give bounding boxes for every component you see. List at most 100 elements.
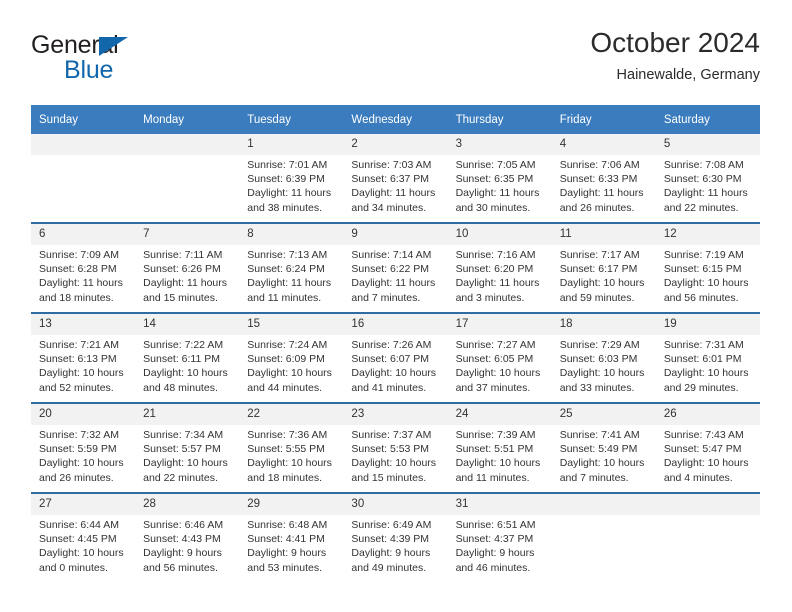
- daylight-text-line2: and 29 minutes.: [663, 381, 739, 394]
- calendar-day-cell[interactable]: 29 Sunrise: 6:48 AM Sunset: 4:41 PM Dayligh…: [239, 492, 344, 582]
- calendar-day-cell[interactable]: 18 Sunrise: 7:29 AM Sunset: 6:03 PM Dayligh…: [551, 312, 656, 403]
- weekday-header-sunday: Sunday: [31, 105, 136, 134]
- day-details: Sunrise: 7:22 AM Sunset: 6:11 PM Daylight:…: [135, 335, 239, 395]
- calendar-day-cell[interactable]: 8 Sunrise: 7:13 AM Sunset: 6:24 PM Daylight…: [239, 222, 344, 313]
- brand-logo[interactable]: General Blue: [31, 30, 261, 90]
- daylight-text-line2: and 26 minutes.: [39, 471, 114, 484]
- calendar-day-cell[interactable]: 16 Sunrise: 7:26 AM Sunset: 6:07 PM Dayligh…: [343, 312, 448, 403]
- calendar-day-cell[interactable]: 2 Sunrise: 7:03 AM Sunset: 6:37 PM Daylight…: [343, 134, 448, 223]
- calendar-day-cell[interactable]: 7 Sunrise: 7:11 AM Sunset: 6:26 PM Daylight…: [135, 222, 240, 313]
- day-details: Sunrise: 6:49 AM Sunset: 4:39 PM Daylight:…: [343, 515, 447, 575]
- sunrise-text: Sunrise: 7:21 AM: [39, 339, 119, 351]
- daylight-text-line2: and 0 minutes.: [39, 561, 108, 574]
- sunrise-text: Sunrise: 7:37 AM: [351, 429, 432, 441]
- day-number: 28: [135, 494, 240, 515]
- calendar-day-cell[interactable]: 5 Sunrise: 7:08 AM Sunset: 6:30 PM Daylight…: [655, 134, 760, 223]
- daylight-text-line1: Daylight: 9 hours: [247, 547, 327, 560]
- daylight-text-line2: and 44 minutes.: [247, 381, 322, 394]
- day-details: Sunrise: 7:34 AM Sunset: 5:57 PM Daylight:…: [135, 425, 239, 485]
- daylight-text-line1: Daylight: 10 hours: [247, 457, 332, 470]
- daylight-text-line2: and 46 minutes.: [455, 561, 531, 574]
- calendar-day-cell[interactable]: 10 Sunrise: 7:16 AM Sunset: 6:20 PM Dayligh…: [447, 222, 552, 313]
- daylight-text-line1: Daylight: 11 hours: [247, 187, 332, 200]
- calendar-day-cell[interactable]: 30 Sunrise: 6:49 AM Sunset: 4:39 PM Dayligh…: [343, 492, 448, 582]
- day-details: Sunrise: 7:08 AM Sunset: 6:30 PM Daylight:…: [656, 155, 760, 215]
- daylight-text-line1: Daylight: 10 hours: [351, 367, 437, 380]
- day-number: 16: [343, 314, 448, 335]
- calendar-day-cell[interactable]: 14 Sunrise: 7:22 AM Sunset: 6:11 PM Dayligh…: [135, 312, 240, 403]
- calendar-day-cell[interactable]: 23 Sunrise: 7:37 AM Sunset: 5:53 PM Dayligh…: [343, 402, 448, 493]
- daylight-text-line2: and 59 minutes.: [559, 291, 635, 304]
- sunset-text: Sunset: 5:49 PM: [559, 443, 638, 456]
- calendar-day-cell[interactable]: 13 Sunrise: 7:21 AM Sunset: 6:13 PM Dayligh…: [31, 312, 136, 403]
- daylight-text-line2: and 34 minutes.: [351, 201, 427, 214]
- calendar-day-cell[interactable]: 20 Sunrise: 7:32 AM Sunset: 5:59 PM Dayligh…: [31, 402, 136, 493]
- day-number: [31, 134, 136, 155]
- day-details: Sunrise: 7:36 AM Sunset: 5:55 PM Daylight:…: [239, 425, 343, 485]
- sunset-text: Sunset: 6:35 PM: [455, 173, 534, 186]
- daylight-text-line1: Daylight: 11 hours: [559, 187, 644, 200]
- daylight-text-line1: Daylight: 11 hours: [351, 187, 436, 200]
- sunset-text: Sunset: 6:11 PM: [143, 353, 220, 366]
- day-number: 22: [239, 404, 344, 425]
- daylight-text-line1: Daylight: 11 hours: [455, 187, 540, 200]
- calendar-day-cell[interactable]: 15 Sunrise: 7:24 AM Sunset: 6:09 PM Dayligh…: [239, 312, 344, 403]
- sunrise-text: Sunrise: 7:43 AM: [663, 429, 744, 441]
- sunrise-text: Sunrise: 7:26 AM: [351, 339, 432, 351]
- daylight-text-line1: Daylight: 10 hours: [663, 277, 749, 290]
- calendar-day-cell[interactable]: 22 Sunrise: 7:36 AM Sunset: 5:55 PM Dayligh…: [239, 402, 344, 493]
- daylight-text-line1: Daylight: 10 hours: [663, 367, 749, 380]
- calendar-week-row: 20 Sunrise: 7:32 AM Sunset: 5:59 PM Dayligh…: [31, 402, 760, 493]
- daylight-text-line1: Daylight: 10 hours: [143, 367, 228, 380]
- sunset-text: Sunset: 6:33 PM: [559, 173, 638, 186]
- calendar-week-row: 6 Sunrise: 7:09 AM Sunset: 6:28 PM Daylight…: [31, 222, 760, 313]
- day-details: Sunrise: 7:19 AM Sunset: 6:15 PM Daylight:…: [656, 245, 760, 305]
- daylight-text-line1: Daylight: 10 hours: [663, 457, 749, 470]
- calendar-day-cell[interactable]: 26 Sunrise: 7:43 AM Sunset: 5:47 PM Dayligh…: [655, 402, 760, 493]
- day-details: Sunrise: 7:31 AM Sunset: 6:01 PM Daylight:…: [656, 335, 760, 395]
- daylight-text-line1: Daylight: 10 hours: [455, 367, 541, 380]
- day-details: Sunrise: 7:03 AM Sunset: 6:37 PM Daylight:…: [343, 155, 447, 215]
- sunset-text: Sunset: 6:20 PM: [455, 263, 534, 276]
- sunset-text: Sunset: 6:39 PM: [247, 173, 325, 186]
- day-number: 11: [551, 224, 656, 245]
- calendar-day-cell[interactable]: 11 Sunrise: 7:17 AM Sunset: 6:17 PM Dayligh…: [551, 222, 656, 313]
- day-details: Sunrise: 6:51 AM Sunset: 4:37 PM Daylight:…: [448, 515, 552, 575]
- calendar-day-cell[interactable]: 12 Sunrise: 7:19 AM Sunset: 6:15 PM Dayligh…: [655, 222, 760, 313]
- calendar-day-cell[interactable]: 25 Sunrise: 7:41 AM Sunset: 5:49 PM Dayligh…: [551, 402, 656, 493]
- sunrise-text: Sunrise: 7:03 AM: [351, 159, 432, 171]
- calendar-day-cell[interactable]: 24 Sunrise: 7:39 AM Sunset: 5:51 PM Dayligh…: [447, 402, 552, 493]
- daylight-text-line2: and 26 minutes.: [559, 201, 635, 214]
- daylight-text-line2: and 11 minutes.: [455, 471, 530, 484]
- calendar-day-cell[interactable]: 9 Sunrise: 7:14 AM Sunset: 6:22 PM Daylight…: [343, 222, 448, 313]
- day-number: 6: [31, 224, 136, 245]
- calendar-day-cell[interactable]: 3 Sunrise: 7:05 AM Sunset: 6:35 PM Daylight…: [447, 134, 552, 223]
- day-details: Sunrise: 7:37 AM Sunset: 5:53 PM Daylight:…: [343, 425, 447, 485]
- calendar-day-cell[interactable]: 17 Sunrise: 7:27 AM Sunset: 6:05 PM Dayligh…: [447, 312, 552, 403]
- calendar-day-cell[interactable]: 31 Sunrise: 6:51 AM Sunset: 4:37 PM Dayligh…: [447, 492, 552, 582]
- sunset-text: Sunset: 6:37 PM: [351, 173, 430, 186]
- day-details: Sunrise: 7:21 AM Sunset: 6:13 PM Daylight:…: [31, 335, 135, 395]
- calendar-day-cell[interactable]: 19 Sunrise: 7:31 AM Sunset: 6:01 PM Dayligh…: [655, 312, 760, 403]
- sunrise-text: Sunrise: 7:13 AM: [247, 249, 328, 261]
- daylight-text-line1: Daylight: 11 hours: [39, 277, 123, 290]
- sunset-text: Sunset: 4:45 PM: [39, 533, 117, 546]
- daylight-text-line1: Daylight: 10 hours: [559, 277, 645, 290]
- calendar-day-cell[interactable]: 27 Sunrise: 6:44 AM Sunset: 4:45 PM Dayligh…: [31, 492, 136, 582]
- day-details: Sunrise: 6:48 AM Sunset: 4:41 PM Daylight:…: [239, 515, 343, 575]
- day-number: 15: [239, 314, 344, 335]
- weekday-header-wednesday: Wednesday: [343, 105, 448, 134]
- sunset-text: Sunset: 6:30 PM: [663, 173, 742, 186]
- day-number: 12: [655, 224, 760, 245]
- sunrise-text: Sunrise: 7:06 AM: [559, 159, 640, 171]
- daylight-text-line1: Daylight: 11 hours: [663, 187, 748, 200]
- daylight-text-line2: and 56 minutes.: [663, 291, 739, 304]
- calendar-day-cell[interactable]: 28 Sunrise: 6:46 AM Sunset: 4:43 PM Dayligh…: [135, 492, 240, 582]
- calendar-day-cell[interactable]: 6 Sunrise: 7:09 AM Sunset: 6:28 PM Daylight…: [31, 222, 136, 313]
- calendar-day-cell-empty: [551, 492, 656, 582]
- sunrise-text: Sunrise: 7:19 AM: [663, 249, 744, 261]
- calendar-day-cell[interactable]: 1 Sunrise: 7:01 AM Sunset: 6:39 PM Daylight…: [239, 134, 344, 223]
- calendar-day-cell[interactable]: 4 Sunrise: 7:06 AM Sunset: 6:33 PM Daylight…: [551, 134, 656, 223]
- calendar-day-cell[interactable]: 21 Sunrise: 7:34 AM Sunset: 5:57 PM Dayligh…: [135, 402, 240, 493]
- day-details: Sunrise: 7:43 AM Sunset: 5:47 PM Daylight:…: [656, 425, 760, 485]
